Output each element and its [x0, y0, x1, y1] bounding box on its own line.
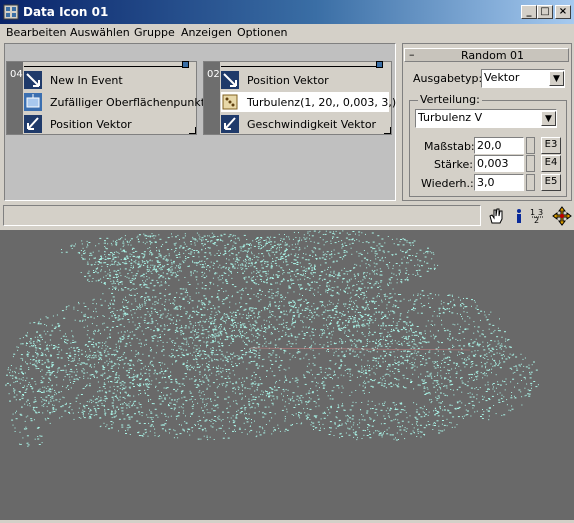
scale-label: Maßstab:: [424, 140, 475, 153]
node-id: 02: [207, 69, 220, 80]
row-label: Turbulenz(1, 20,, 0,003, 3,): [247, 96, 396, 109]
random-dice-icon: [221, 93, 239, 111]
distribution-label: Verteilung:: [418, 93, 482, 106]
app-icon: [3, 4, 19, 20]
position-vector-icon: [221, 71, 239, 89]
repeat-e5-button[interactable]: E5: [541, 174, 561, 191]
output-type-value: Vektor: [484, 71, 519, 84]
node-row-selected[interactable]: Turbulenz(1, 20,, 0,003, 3,): [221, 92, 389, 112]
menu-bar: Bearbeiten Auswählen Gruppe Anzeigen Opt…: [0, 24, 574, 42]
resize-corner-icon[interactable]: [189, 127, 196, 134]
menu-optionen[interactable]: Optionen: [237, 26, 287, 39]
velocity-vector-icon: [221, 115, 239, 133]
move-crosshair-icon[interactable]: [552, 206, 572, 229]
row-label: Zufälliger Oberflächenpunkt: [50, 96, 205, 109]
scale-value: 20,0: [477, 139, 502, 152]
strength-value: 0,003: [477, 157, 509, 170]
resize-corner-icon[interactable]: [384, 127, 391, 134]
position-vector-icon: [24, 115, 42, 133]
repeat-value: 3,0: [477, 176, 495, 189]
scale-e3-button[interactable]: E3: [541, 137, 561, 154]
repeat-input[interactable]: 3,0: [474, 174, 524, 191]
strength-input[interactable]: 0,003: [474, 155, 524, 172]
strength-label: Stärke:: [434, 158, 473, 171]
minimize-button[interactable]: _: [521, 5, 537, 19]
window-title: Data Icon 01: [23, 5, 108, 19]
maximize-button[interactable]: □: [537, 5, 553, 19]
menu-auswaehlen[interactable]: Auswählen: [70, 26, 130, 39]
node-wire: [24, 66, 185, 67]
rollout-header[interactable]: – Random 01: [404, 48, 569, 62]
node-row[interactable]: Position Vektor: [24, 114, 194, 134]
surface-point-icon: [24, 93, 42, 111]
row-label: New In Event: [50, 74, 123, 87]
rollout-title: Random 01: [461, 49, 524, 62]
row-label: Position Vektor: [247, 74, 329, 87]
scale-input[interactable]: 20,0: [474, 137, 524, 154]
repeat-label: Wiederh.:: [421, 177, 474, 190]
node-row[interactable]: Position Vektor: [221, 70, 389, 90]
node-row[interactable]: Geschwindigkeit Vektor: [221, 114, 389, 134]
viewport[interactable]: [0, 230, 574, 520]
scale-spinner[interactable]: [526, 137, 535, 154]
distribution-value: Turbulenz V: [418, 111, 482, 124]
particle-cloud: [0, 230, 574, 520]
pan-hand-icon[interactable]: [487, 207, 505, 228]
close-button[interactable]: ×: [555, 5, 571, 19]
title-bar[interactable]: Data Icon 01 _ □ ×: [0, 0, 574, 24]
row-label: Geschwindigkeit Vektor: [247, 118, 376, 131]
node-wire: [221, 66, 382, 67]
repeat-spinner[interactable]: [526, 174, 535, 191]
birth-arrow-icon: [24, 71, 42, 89]
node-row[interactable]: Zufälliger Oberflächenpunkt: [24, 92, 194, 112]
chevron-down-icon[interactable]: ▼: [541, 111, 556, 126]
status-bar: [3, 205, 481, 226]
menu-gruppe[interactable]: Gruppe: [134, 26, 175, 39]
chevron-down-icon[interactable]: ▼: [549, 71, 564, 86]
output-type-label: Ausgabetyp:: [413, 72, 482, 85]
distribution-select[interactable]: Turbulenz V: [415, 109, 557, 128]
number-layout-icon[interactable]: 132: [530, 207, 550, 228]
node-row[interactable]: New In Event: [24, 70, 194, 90]
collapse-icon[interactable]: –: [409, 48, 415, 61]
node-output-port[interactable]: [182, 61, 189, 68]
node-id: 04: [10, 69, 23, 80]
node-output-port[interactable]: [376, 61, 383, 68]
row-label: Position Vektor: [50, 118, 132, 131]
info-icon[interactable]: [510, 207, 528, 228]
menu-bearbeiten[interactable]: Bearbeiten: [6, 26, 66, 39]
strength-e4-button[interactable]: E4: [541, 155, 561, 172]
menu-anzeigen[interactable]: Anzeigen: [181, 26, 232, 39]
strength-spinner[interactable]: [526, 155, 535, 172]
